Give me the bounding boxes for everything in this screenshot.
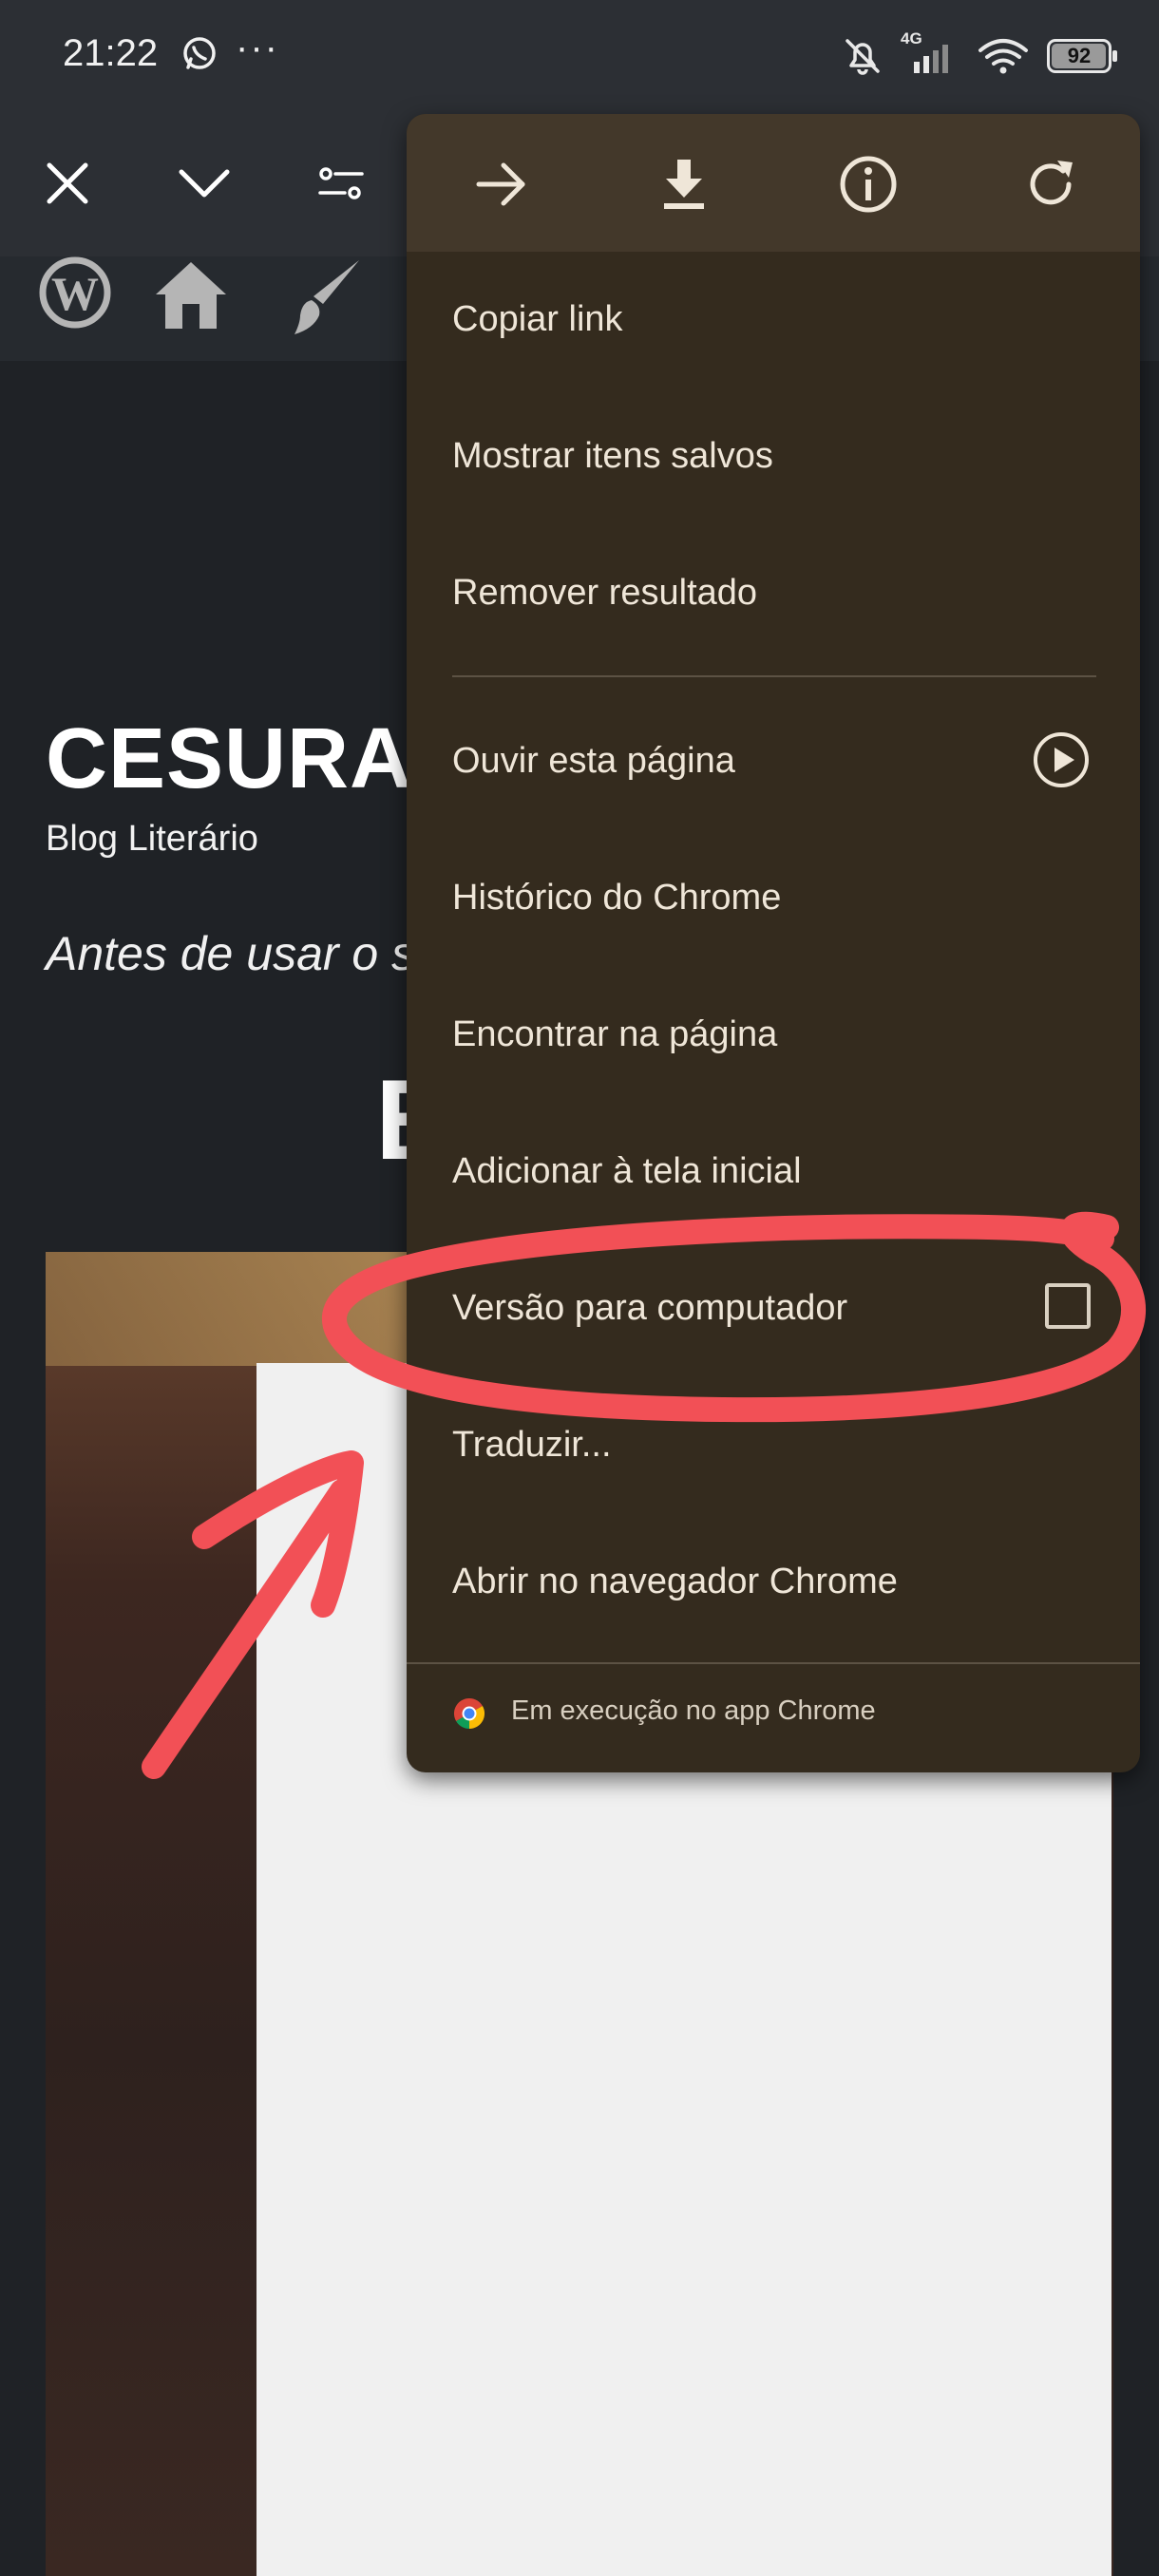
wordpress-icon[interactable]: W	[32, 256, 118, 342]
page-info-button[interactable]	[823, 139, 914, 230]
home-icon[interactable]	[148, 256, 234, 342]
reload-button[interactable]	[1005, 139, 1096, 230]
status-icons: 4G 92	[842, 29, 1117, 80]
minimize-button[interactable]	[162, 141, 247, 226]
site-subtitle: Blog Literário	[46, 819, 258, 859]
menu-item-listen-label: Ouvir esta página	[452, 741, 735, 781]
menu-item-translate[interactable]: Traduzir...	[452, 1397, 1098, 1492]
menu-footer-text: Em execução no app Chrome	[511, 1695, 876, 1726]
battery-indicator: 92	[1047, 39, 1117, 73]
menu-footer-divider	[407, 1662, 1140, 1664]
forward-arrow-icon	[476, 162, 525, 206]
menu-item-saved-items[interactable]: Mostrar itens salvos	[452, 408, 1098, 503]
menu-item-open-in-chrome[interactable]: Abrir no navegador Chrome	[452, 1534, 1098, 1629]
menu-item-add-to-home[interactable]: Adicionar à tela inicial	[452, 1124, 1098, 1219]
status-bar: 21:22 ··· 4G 92	[0, 0, 1159, 114]
whatsapp-icon	[183, 37, 216, 69]
refresh-icon	[1030, 161, 1073, 205]
status-time: 21:22	[63, 32, 159, 74]
wifi-icon	[978, 39, 1028, 74]
desktop-site-checkbox[interactable]	[1045, 1283, 1091, 1329]
menu-item-copy-link[interactable]: Copiar link	[452, 272, 1098, 367]
more-notifications-icon: ···	[236, 27, 279, 68]
play-circle-icon	[1034, 732, 1089, 787]
bell-muted-icon	[846, 39, 880, 75]
chevron-down-icon	[179, 169, 230, 198]
menu-item-desktop-label: Versão para computador	[452, 1288, 848, 1328]
overflow-menu: Copiar link Mostrar itens salvos Remover…	[407, 114, 1140, 1772]
customize-brush-icon[interactable]	[285, 256, 370, 342]
signal-icon	[914, 45, 948, 73]
menu-item-find-in-page[interactable]: Encontrar na página	[452, 987, 1098, 1082]
menu-action-row	[407, 114, 1140, 252]
site-intro-text: Antes de usar o s	[46, 927, 416, 980]
menu-item-desktop-site[interactable]: Versão para computador	[407, 1260, 1140, 1355]
network-4g-signal: 4G	[901, 29, 960, 77]
close-icon	[47, 162, 88, 204]
svg-text:W: W	[51, 267, 99, 320]
download-button[interactable]	[638, 139, 730, 230]
menu-item-listen-page[interactable]: Ouvir esta página	[407, 713, 1140, 808]
info-icon	[840, 156, 897, 213]
menu-item-remove-result[interactable]: Remover resultado	[452, 545, 1098, 640]
menu-item-history[interactable]: Histórico do Chrome	[452, 850, 1098, 945]
download-icon	[664, 160, 704, 209]
close-button[interactable]	[25, 141, 110, 226]
menu-divider	[452, 675, 1096, 677]
battery-level: 92	[1067, 44, 1092, 67]
site-settings-button[interactable]	[298, 141, 384, 226]
tune-icon	[318, 167, 364, 199]
forward-button[interactable]	[456, 139, 547, 230]
chrome-logo-icon	[453, 1698, 485, 1729]
